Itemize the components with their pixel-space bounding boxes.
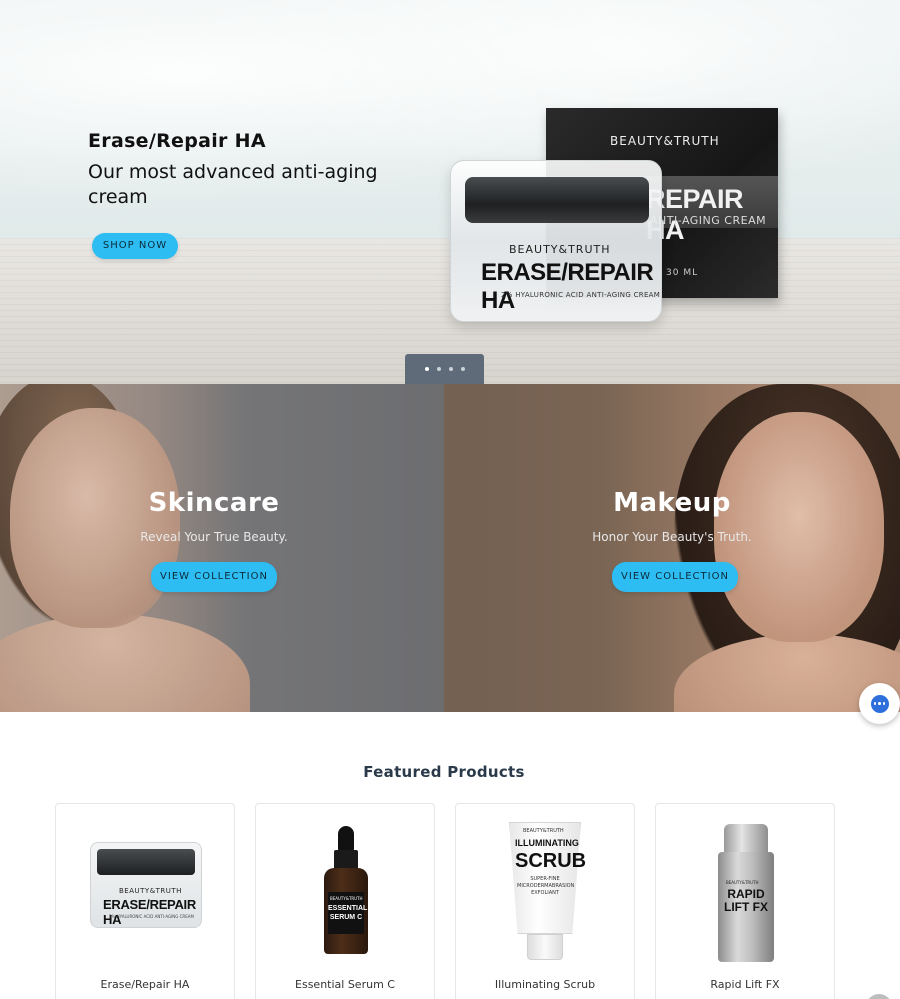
product-image: BEAUTY&TRUTH ESSENTIAL SERUM C — [324, 826, 368, 954]
product-name[interactable]: Essential Serum C — [256, 978, 434, 991]
product-card[interactable]: BEAUTY&TRUTH ILLUMINATING SCRUB SUPER-FI… — [455, 803, 635, 999]
collection-makeup[interactable]: Makeup Honor Your Beauty's Truth. VIEW C… — [444, 384, 900, 712]
collection-title: Skincare — [148, 488, 280, 518]
product-image: BEAUTY&TRUTH ILLUMINATING SCRUB SUPER-FI… — [509, 822, 586, 962]
product-jar-image: BEAUTY&TRUTH ERASE/REPAIR HA 2% HYALURON… — [450, 160, 662, 322]
hero-title: Erase/Repair HA — [88, 130, 266, 152]
hero-banner: Erase/Repair HA Our most advanced anti-a… — [0, 0, 900, 384]
product-card[interactable]: BEAUTY&TRUTH ESSENTIAL SERUM C Essential… — [255, 803, 435, 999]
slider-dot[interactable] — [436, 367, 441, 371]
product-card[interactable]: BEAUTY&TRUTH ERASE/REPAIR HA 2% HYALURON… — [55, 803, 235, 999]
box-tagline: ANTI-AGING CREAM — [650, 214, 767, 227]
slider-dot[interactable] — [448, 367, 453, 371]
scroll-to-top-button[interactable] — [866, 994, 892, 999]
chat-widget-button[interactable] — [859, 683, 900, 724]
collection-subtitle: Reveal Your True Beauty. — [140, 530, 288, 544]
featured-products-title: Featured Products — [363, 763, 525, 781]
product-image: BEAUTY&TRUTH ERASE/REPAIR HA 2% HYALURON… — [90, 842, 202, 928]
collection-title: Makeup — [613, 488, 731, 518]
slider-dot[interactable] — [424, 367, 429, 371]
product-card[interactable]: BEAUTY&TRUTH RAPID LIFT FX Rapid Lift FX — [655, 803, 835, 999]
view-collection-button[interactable]: VIEW COLLECTION — [612, 562, 738, 592]
box-brand: BEAUTY&TRUTH — [610, 134, 720, 148]
jar-tagline: 2% HYALURONIC ACID ANTI-AGING CREAM — [501, 291, 661, 299]
chat-bubble-icon — [870, 694, 889, 713]
product-name[interactable]: Rapid Lift FX — [656, 978, 834, 991]
collection-skincare[interactable]: Skincare Reveal Your True Beauty. VIEW C… — [0, 384, 444, 712]
product-name[interactable]: Illuminating Scrub — [456, 978, 634, 991]
jar-brand: BEAUTY&TRUTH — [509, 243, 611, 256]
jar-product-name: ERASE/REPAIR HA — [481, 259, 654, 314]
slider-dot[interactable] — [460, 367, 465, 371]
slider-pagination — [405, 354, 484, 384]
collection-subtitle: Honor Your Beauty's Truth. — [592, 530, 752, 544]
hero-subtitle: Our most advanced anti-aging cream — [88, 161, 378, 208]
shop-now-button[interactable]: SHOP NOW — [92, 233, 178, 259]
view-collection-button[interactable]: VIEW COLLECTION — [151, 562, 277, 592]
product-image: BEAUTY&TRUTH RAPID LIFT FX — [718, 824, 774, 964]
product-name[interactable]: Erase/Repair HA — [56, 978, 234, 991]
box-volume: 30 ML — [666, 268, 699, 278]
